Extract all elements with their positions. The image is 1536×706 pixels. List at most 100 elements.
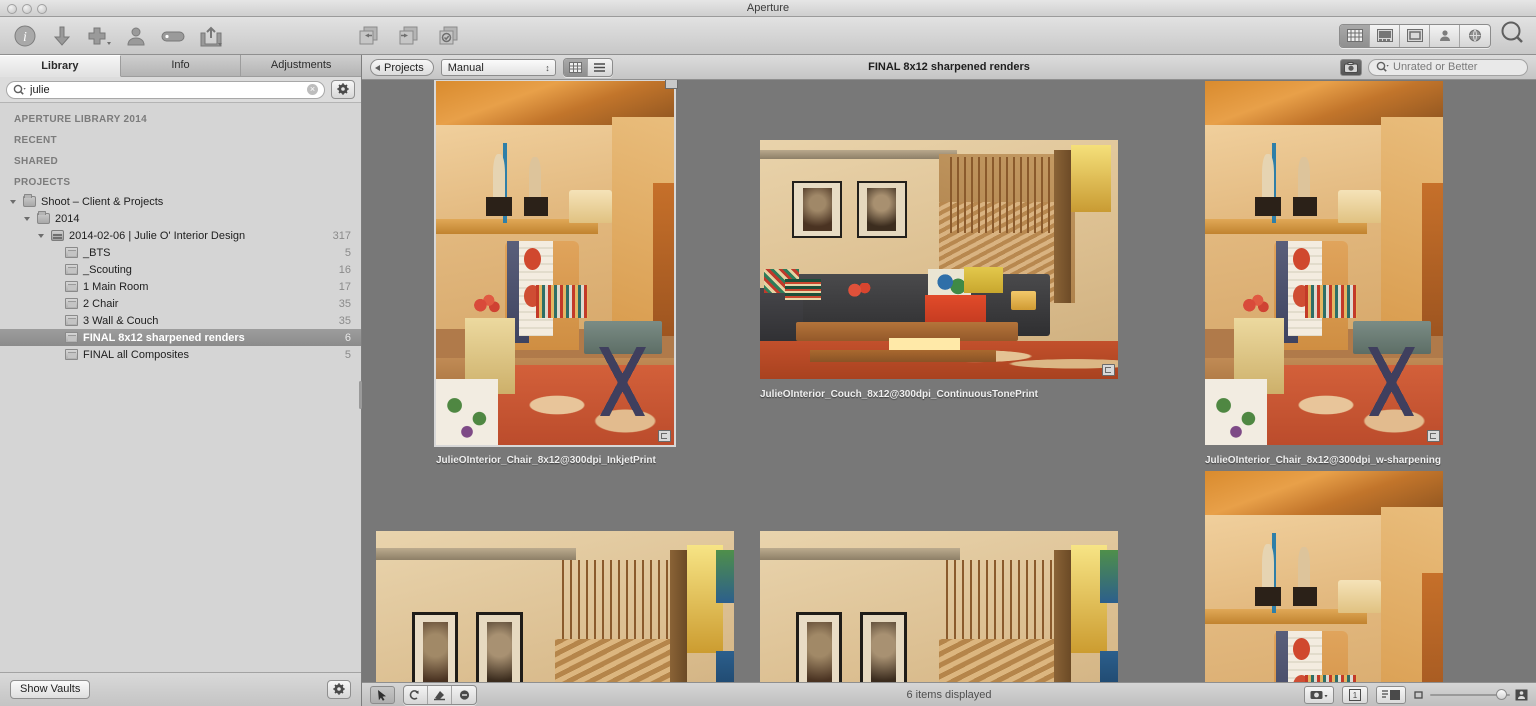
thumbnail-size-control[interactable]	[1414, 689, 1528, 701]
tree-item-label: _BTS	[83, 246, 111, 259]
disclosure-triangle-icon[interactable]	[10, 197, 19, 206]
split-view-icon[interactable]	[1370, 24, 1400, 47]
small-thumbnail-icon	[1414, 690, 1423, 699]
clear-icon[interactable]: ×	[307, 84, 318, 95]
thumbnail[interactable]	[1205, 471, 1443, 682]
tree-item-label: FINAL all Composites	[83, 348, 189, 361]
tree-item[interactable]: Shoot – Client & Projects	[0, 193, 361, 210]
grid-item[interactable]	[1205, 471, 1443, 682]
section-projects: PROJECTS	[14, 177, 71, 188]
grid-layout-icon[interactable]	[563, 58, 588, 76]
tree-item[interactable]: FINAL all Composites 5	[0, 346, 361, 363]
close-button[interactable]	[7, 4, 17, 14]
tab-library[interactable]: Library	[0, 55, 121, 77]
grid-item[interactable]: JulieOInterior_Couch_8x12@300dpi_Continu…	[760, 140, 1118, 400]
main-toolbar: i	[0, 17, 1536, 55]
tree-item-label: 3 Wall & Couch	[83, 314, 159, 327]
previous-version-icon[interactable]	[352, 21, 386, 51]
album-icon	[65, 281, 78, 292]
disclosure-triangle-icon[interactable]	[24, 214, 33, 223]
album-icon	[65, 247, 78, 258]
thumbnail[interactable]	[376, 531, 734, 682]
thumbnail[interactable]	[1205, 81, 1443, 445]
list-layout-icon[interactable]	[588, 59, 612, 76]
tab-adjustments[interactable]: Adjustments	[241, 55, 362, 77]
tree-item-count: 35	[338, 314, 351, 327]
keyword-tag-icon[interactable]	[156, 21, 190, 51]
inspector-tabs[interactable]: Library Info Adjustments	[0, 55, 362, 77]
vault-gear-icon[interactable]	[327, 680, 351, 699]
album-icon	[65, 315, 78, 326]
grid-item[interactable]: JulieOInterior_Chair_8x12@300dpi_w-sharp…	[1205, 81, 1443, 466]
large-thumbnail-icon	[1515, 689, 1528, 700]
search-field[interactable]: ×	[6, 80, 325, 99]
album-icon	[65, 349, 78, 360]
grid-item[interactable]: JulieOInterior_Chair_8x12@300dpi_InkjetP…	[434, 80, 678, 466]
tree-item[interactable]: 3 Wall & Couch 35	[0, 312, 361, 329]
tree-item[interactable]: 2 Chair 35	[0, 295, 361, 312]
library-sidebar: Library Info Adjustments × APERTURE LIBR…	[0, 55, 362, 706]
window-controls[interactable]	[7, 4, 47, 14]
camera-badge-icon[interactable]	[1340, 58, 1362, 76]
back-to-projects-button[interactable]: Projects	[370, 58, 434, 76]
show-vaults-button[interactable]: Show Vaults	[10, 680, 91, 699]
add-icon[interactable]	[82, 21, 116, 51]
library-tree[interactable]: APERTURE LIBRARY 2014 RECENT SHARED PROJ…	[0, 103, 361, 672]
viewer-icon[interactable]	[1400, 24, 1430, 47]
places-view-icon[interactable]	[1460, 25, 1490, 47]
info-icon[interactable]: i	[8, 21, 42, 51]
zoom-slider[interactable]	[1430, 689, 1510, 701]
search-input[interactable]	[30, 83, 303, 96]
window-title: Aperture	[746, 2, 790, 14]
filter-field[interactable]: Unrated or Better	[1368, 58, 1528, 76]
grid-item[interactable]	[376, 531, 734, 682]
zoom-button[interactable]	[37, 4, 47, 14]
tab-info[interactable]: Info	[120, 55, 242, 77]
tree-item-count: 16	[338, 263, 351, 276]
tree-item[interactable]: 2014	[0, 210, 361, 227]
tree-item-count: 5	[344, 246, 351, 259]
disclosure-triangle-icon[interactable]	[38, 231, 47, 240]
sort-popup[interactable]: Manual	[440, 58, 556, 76]
thumbnail[interactable]	[760, 531, 1118, 682]
search-icon[interactable]	[1500, 20, 1526, 51]
thumbnail-grid[interactable]: JulieOInterior_Chair_8x12@300dpi_InkjetP…	[362, 80, 1536, 682]
tree-item[interactable]: _BTS 5	[0, 244, 361, 261]
view-mode-segmented-control[interactable]	[1339, 23, 1491, 48]
status-right-tools: 1	[1304, 685, 1528, 704]
camera-info-icon[interactable]	[1304, 685, 1334, 704]
faces-icon[interactable]	[119, 21, 153, 51]
browser-header: Projects Manual FINAL 8x12 sharpened ren…	[362, 55, 1536, 80]
zoom-slider-thumb[interactable]	[1496, 689, 1507, 700]
sidebar-action-gear-icon[interactable]	[331, 80, 355, 99]
import-icon[interactable]	[45, 21, 79, 51]
toolbar-right-group	[1339, 20, 1526, 51]
svg-text:i: i	[23, 30, 27, 45]
tree-item[interactable]: FINAL 8x12 sharpened renders 6	[0, 329, 361, 346]
tree-item-label: 1 Main Room	[83, 280, 149, 293]
compare-icon[interactable]	[432, 21, 466, 51]
thumbnail-caption: JulieOInterior_Chair_8x12@300dpi_w-sharp…	[1205, 455, 1441, 466]
minimize-button[interactable]	[22, 4, 32, 14]
tree-item[interactable]: 1 Main Room 17	[0, 278, 361, 295]
share-icon[interactable]	[193, 21, 227, 51]
grid-view-icon[interactable]	[1340, 24, 1370, 47]
tree-item[interactable]: _Scouting 16	[0, 261, 361, 278]
section-shared[interactable]: SHARED	[0, 151, 361, 172]
folder-icon	[23, 194, 36, 207]
tree-item[interactable]: 2014-02-06 | Julie O' Interior Design 317	[0, 227, 361, 244]
faces-view-icon[interactable]	[1430, 24, 1460, 47]
thumbnail[interactable]	[434, 80, 678, 447]
section-recent[interactable]: RECENT	[0, 130, 361, 151]
grid-item[interactable]	[760, 531, 1118, 682]
browser-layout-segmented-control[interactable]	[562, 57, 613, 77]
single-page-icon[interactable]: 1	[1342, 685, 1368, 704]
next-version-icon[interactable]	[392, 21, 426, 51]
metadata-overlay-icon[interactable]	[1376, 685, 1406, 704]
thumbnail[interactable]	[760, 140, 1118, 379]
main-content: Library Info Adjustments × APERTURE LIBR…	[0, 55, 1536, 706]
browser-status-bar: 6 items displayed 1	[362, 682, 1536, 706]
tree-item-count: 317	[332, 229, 351, 242]
stack-badge-icon	[658, 430, 671, 442]
tree-item-label: Shoot – Client & Projects	[41, 195, 164, 208]
